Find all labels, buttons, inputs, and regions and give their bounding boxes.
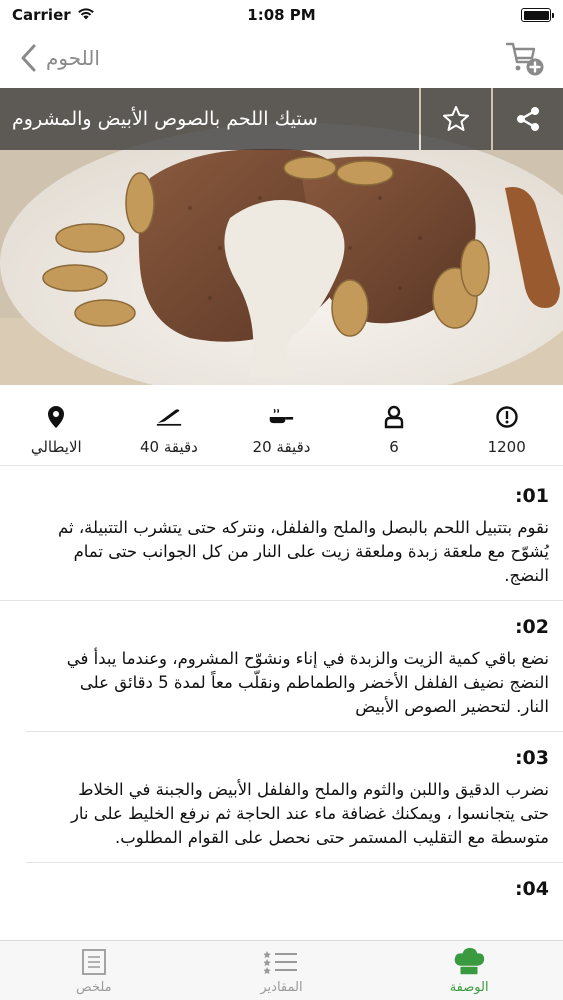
- share-button[interactable]: [493, 88, 563, 150]
- knife-icon: [156, 404, 182, 430]
- info-cuisine: الايطالي: [6, 396, 106, 456]
- tab-bar: ملخص المقادير الوصفة: [0, 940, 563, 1000]
- star-icon: [443, 106, 469, 131]
- recipe-info-row: الايطالي 40 دقيقة 20 دقيقة 6 1200: [0, 396, 563, 466]
- info-calories: 1200: [457, 396, 557, 456]
- step-text: نقوم بتتبيل اللحم بالبصل والملح والفلفل،…: [58, 518, 549, 585]
- step-text: نضرب الدقيق واللبن والثوم والملح والفلفل…: [70, 780, 549, 847]
- back-label: اللحوم: [46, 46, 100, 70]
- recipe-hero: ستيك اللحم بالصوص الأبيض والمشروم: [0, 88, 563, 385]
- carrier-label: Carrier: [12, 6, 71, 24]
- info-prep-time: 40 دقيقة: [119, 396, 219, 456]
- recipe-steps: :01 نقوم بتتبيل اللحم بالبصل والملح والف…: [0, 470, 563, 915]
- tab-label: المقادير: [260, 980, 303, 995]
- location-pin-icon: [43, 404, 69, 430]
- carrier-group: Carrier: [12, 6, 95, 24]
- info-value: 1200: [487, 438, 526, 456]
- step-number: :01: [514, 485, 549, 507]
- hero-title-bar: ستيك اللحم بالصوص الأبيض والمشروم: [0, 88, 563, 150]
- battery-icon: [521, 8, 554, 22]
- add-to-cart-button[interactable]: [503, 36, 547, 80]
- info-cook-time: 20 دقيقة: [231, 396, 331, 456]
- step-item: :03 نضرب الدقيق واللبن والثوم والملح وال…: [26, 732, 563, 863]
- status-bar: Carrier 1:08 PM: [0, 0, 563, 30]
- info-servings: 6: [344, 396, 444, 456]
- chevron-left-icon: [21, 44, 36, 72]
- notes-icon: [77, 946, 111, 978]
- info-value: الايطالي: [30, 438, 82, 456]
- ingredients-list-icon: [264, 946, 298, 978]
- step-number: :03: [514, 747, 549, 769]
- calories-icon: [494, 404, 520, 430]
- cart-add-icon: [505, 42, 544, 76]
- step-item: :01 نقوم بتتبيل اللحم بالبصل والملح والف…: [0, 470, 563, 601]
- info-value: 40 دقيقة: [139, 438, 198, 456]
- frying-pan-icon: [268, 404, 294, 430]
- info-value: 6: [389, 438, 399, 456]
- step-number: :02: [514, 616, 549, 638]
- tab-ingredients[interactable]: المقادير: [211, 946, 351, 995]
- favorite-button[interactable]: [421, 88, 491, 150]
- navigation-bar: اللحوم: [0, 30, 563, 86]
- step-number: :04: [514, 878, 549, 900]
- chef-hat-icon: [452, 946, 486, 978]
- tab-label: الوصفة: [449, 980, 489, 995]
- recipe-title: ستيك اللحم بالصوص الأبيض والمشروم: [0, 88, 419, 150]
- tab-recipe[interactable]: الوصفة: [399, 946, 539, 995]
- tab-summary[interactable]: ملخص: [24, 946, 164, 995]
- wifi-icon: [77, 6, 95, 24]
- step-text: نضع باقي كمية الزيت والزبدة في إناء ونشو…: [66, 649, 549, 716]
- step-item: :04: [26, 863, 563, 915]
- tab-label: ملخص: [76, 980, 112, 995]
- step-item: :02 نضع باقي كمية الزيت والزبدة في إناء …: [26, 601, 563, 732]
- share-icon: [517, 107, 539, 131]
- info-value: 20 دقيقة: [252, 438, 311, 456]
- chef-hat-icon: [381, 404, 407, 430]
- back-button[interactable]: اللحوم: [16, 43, 100, 73]
